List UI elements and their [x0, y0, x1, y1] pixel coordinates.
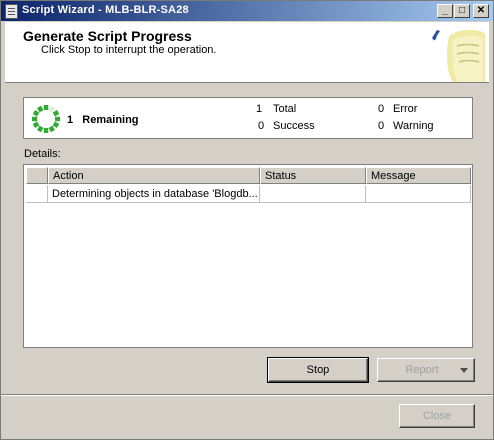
spinner-segment	[52, 110, 60, 117]
remaining-label: Remaining	[82, 114, 139, 126]
remaining-status: 1 Remaining	[67, 114, 139, 126]
spinner-segment	[32, 121, 40, 128]
error-count: 0	[378, 103, 385, 115]
page-title: Generate Script Progress	[23, 28, 192, 44]
app-icon	[5, 4, 18, 19]
details-grid[interactable]: Action Status Message Determining object…	[23, 164, 473, 348]
spinner-segment	[37, 125, 44, 133]
dropdown-arrow-icon	[460, 368, 468, 373]
warning-count: 0	[378, 120, 385, 132]
title-bar[interactable]: Script Wizard - MLB-BLR-SA28 _ □ ✕	[1, 1, 493, 21]
column-header-status[interactable]: Status	[260, 167, 366, 184]
column-header-action[interactable]: Action	[48, 167, 260, 184]
window-title: Script Wizard - MLB-BLR-SA28	[22, 4, 189, 16]
close-button[interactable]: Close	[399, 404, 475, 428]
footer-separator	[1, 394, 493, 396]
spinner-segment	[37, 105, 44, 113]
column-header-icon[interactable]	[26, 167, 48, 184]
close-window-button[interactable]: ✕	[473, 4, 489, 18]
success-count: 0	[258, 120, 265, 132]
maximize-button[interactable]: □	[454, 4, 470, 18]
page-subtitle: Click Stop to interrupt the operation.	[41, 44, 217, 56]
total-label: Total	[273, 103, 297, 115]
row-message-cell[interactable]	[366, 185, 471, 203]
report-button[interactable]: Report	[377, 358, 475, 382]
error-label: Error	[393, 103, 418, 115]
warning-label: Warning	[393, 120, 434, 132]
total-count: 1	[256, 103, 263, 115]
row-action-cell[interactable]: Determining objects in database 'Blogdb.…	[48, 185, 260, 203]
script-scroll-icon	[432, 29, 485, 82]
wizard-header: Generate Script Progress Click Stop to i…	[5, 22, 489, 83]
spinner-segment	[52, 121, 60, 128]
remaining-count: 1	[67, 114, 74, 126]
details-label: Details:	[24, 148, 61, 160]
spinner-segment	[48, 105, 55, 113]
column-header-message[interactable]: Message	[366, 167, 471, 184]
progress-summary: 1 Remaining 1 Total 0 Success 0 Error 0 …	[23, 97, 473, 139]
minimize-button[interactable]: _	[437, 4, 453, 18]
spinner-segment	[32, 110, 40, 117]
success-label: Success	[273, 120, 315, 132]
row-status-cell[interactable]	[260, 185, 366, 203]
row-icon-cell[interactable]	[26, 185, 48, 203]
progress-spinner-icon	[32, 105, 60, 133]
spinner-segment	[48, 125, 55, 133]
report-button-label: Report	[405, 364, 439, 376]
script-wizard-window: Script Wizard - MLB-BLR-SA28 _ □ ✕ Gener…	[0, 0, 494, 440]
stop-button[interactable]: Stop	[267, 357, 369, 383]
